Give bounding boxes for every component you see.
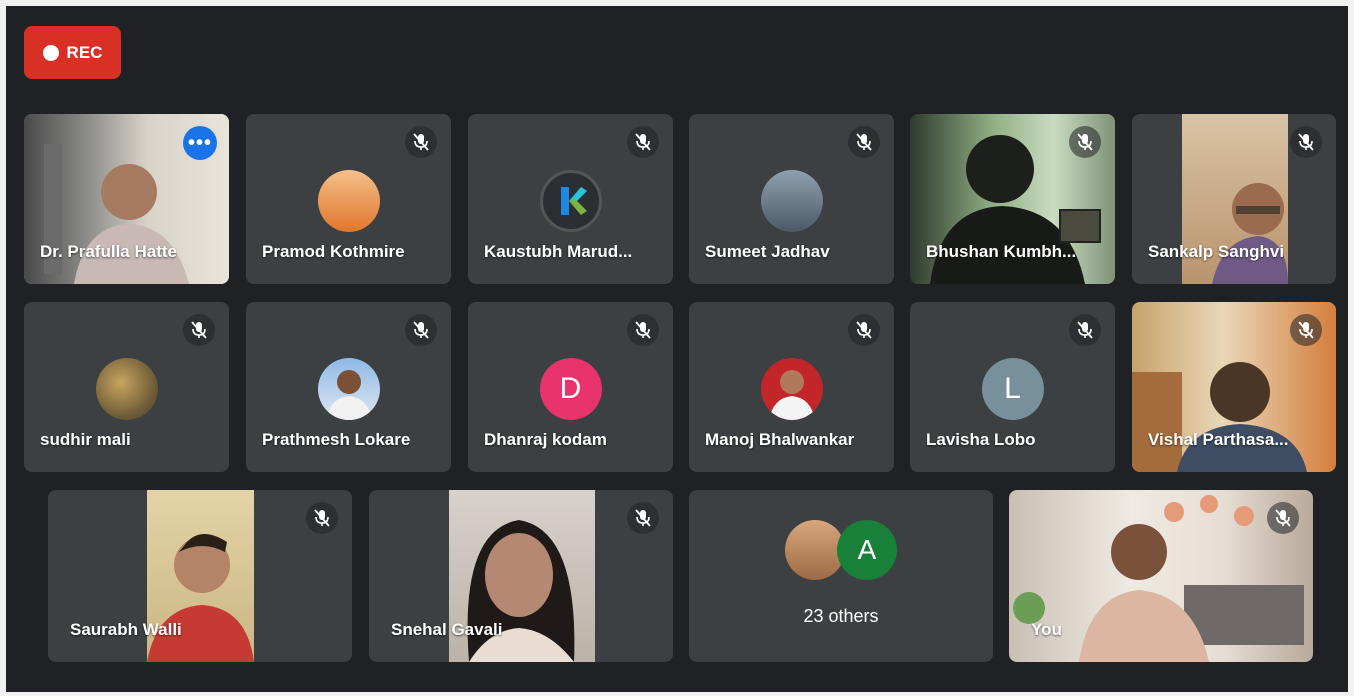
participant-tile-bhushan[interactable]: Bhushan Kumbh... xyxy=(910,114,1115,284)
others-count: 23 others xyxy=(803,606,879,626)
avatar xyxy=(760,358,823,420)
participant-name: Saurabh Walli xyxy=(70,620,182,639)
meeting-stage: REC ••• Dr. Prafulla Hatte Pramod Kothmi… xyxy=(6,6,1348,692)
participant-name: Manoj Bhalwankar xyxy=(705,430,855,449)
avatar xyxy=(317,358,380,420)
mic-off-icon xyxy=(1290,314,1322,346)
avatar: L xyxy=(981,358,1044,420)
avatar xyxy=(785,520,845,580)
participant-tile-vishal[interactable]: Vishal Parthasa... xyxy=(1132,302,1336,472)
participant-name: Vishal Parthasa... xyxy=(1148,430,1289,449)
record-dot-icon xyxy=(42,44,59,61)
person-silhouette xyxy=(768,370,815,420)
mic-off-icon xyxy=(405,314,437,346)
participant-name: sudhir mali xyxy=(40,430,131,449)
participant-name: Pramod Kothmire xyxy=(262,242,405,261)
participant-tile-snehal[interactable]: Snehal Gavali xyxy=(369,490,673,662)
participant-tile-prafulla[interactable]: ••• Dr. Prafulla Hatte xyxy=(24,114,229,284)
person-silhouette xyxy=(325,370,372,420)
participant-tile-saurabh[interactable]: Saurabh Walli xyxy=(48,490,352,662)
others-avatars: A xyxy=(689,520,993,580)
participant-tile-lavisha[interactable]: L Lavisha Lobo xyxy=(910,302,1115,472)
mic-off-icon xyxy=(1069,314,1101,346)
participant-name: Sumeet Jadhav xyxy=(705,242,830,261)
mic-off-icon xyxy=(1290,126,1322,158)
mic-off-icon xyxy=(627,126,659,158)
mic-off-icon xyxy=(405,126,437,158)
participant-name: You xyxy=(1031,620,1062,639)
avatar xyxy=(760,170,823,232)
participant-name: Lavisha Lobo xyxy=(926,430,1036,449)
avatar xyxy=(95,358,158,420)
participant-tile-prathmesh[interactable]: Prathmesh Lokare xyxy=(246,302,451,472)
participant-name: Bhushan Kumbh... xyxy=(926,242,1077,261)
mic-off-icon xyxy=(848,314,880,346)
mic-off-icon xyxy=(627,502,659,534)
participant-name: Kaustubh Marud... xyxy=(484,242,633,261)
recording-badge: REC xyxy=(24,26,121,79)
more-options-icon[interactable]: ••• xyxy=(183,126,217,160)
avatar xyxy=(539,170,602,232)
participant-tile-sumeet[interactable]: Sumeet Jadhav xyxy=(689,114,894,284)
participant-name: Dr. Prafulla Hatte xyxy=(40,242,177,261)
avatar: A xyxy=(837,520,897,580)
participant-tile-manoj[interactable]: Manoj Bhalwankar xyxy=(689,302,894,472)
participant-name: Dhanraj kodam xyxy=(484,430,607,449)
mic-off-icon xyxy=(1069,126,1101,158)
mic-off-icon xyxy=(1267,502,1299,534)
participant-tile-you[interactable]: You xyxy=(1009,490,1313,662)
participant-tile-dhanraj[interactable]: D Dhanraj kodam xyxy=(468,302,673,472)
participant-name: Prathmesh Lokare xyxy=(262,430,411,449)
mic-off-icon xyxy=(627,314,659,346)
k-logo-icon xyxy=(560,187,587,215)
avatar xyxy=(317,170,380,232)
mic-off-icon xyxy=(848,126,880,158)
participant-tile-sudhir[interactable]: sudhir mali xyxy=(24,302,229,472)
participant-tile-pramod[interactable]: Pramod Kothmire xyxy=(246,114,451,284)
participant-name: Snehal Gavali xyxy=(391,620,503,639)
recording-label: REC xyxy=(66,42,103,62)
participant-tile-sankalp[interactable]: Sankalp Sanghvi xyxy=(1132,114,1336,284)
participant-name: Sankalp Sanghvi xyxy=(1148,242,1285,261)
mic-off-icon xyxy=(183,314,215,346)
participant-tile-kaustubh[interactable]: Kaustubh Marud... xyxy=(468,114,673,284)
others-tile[interactable]: A 23 others xyxy=(689,490,993,662)
mic-off-icon xyxy=(306,502,338,534)
avatar: D xyxy=(539,358,602,420)
